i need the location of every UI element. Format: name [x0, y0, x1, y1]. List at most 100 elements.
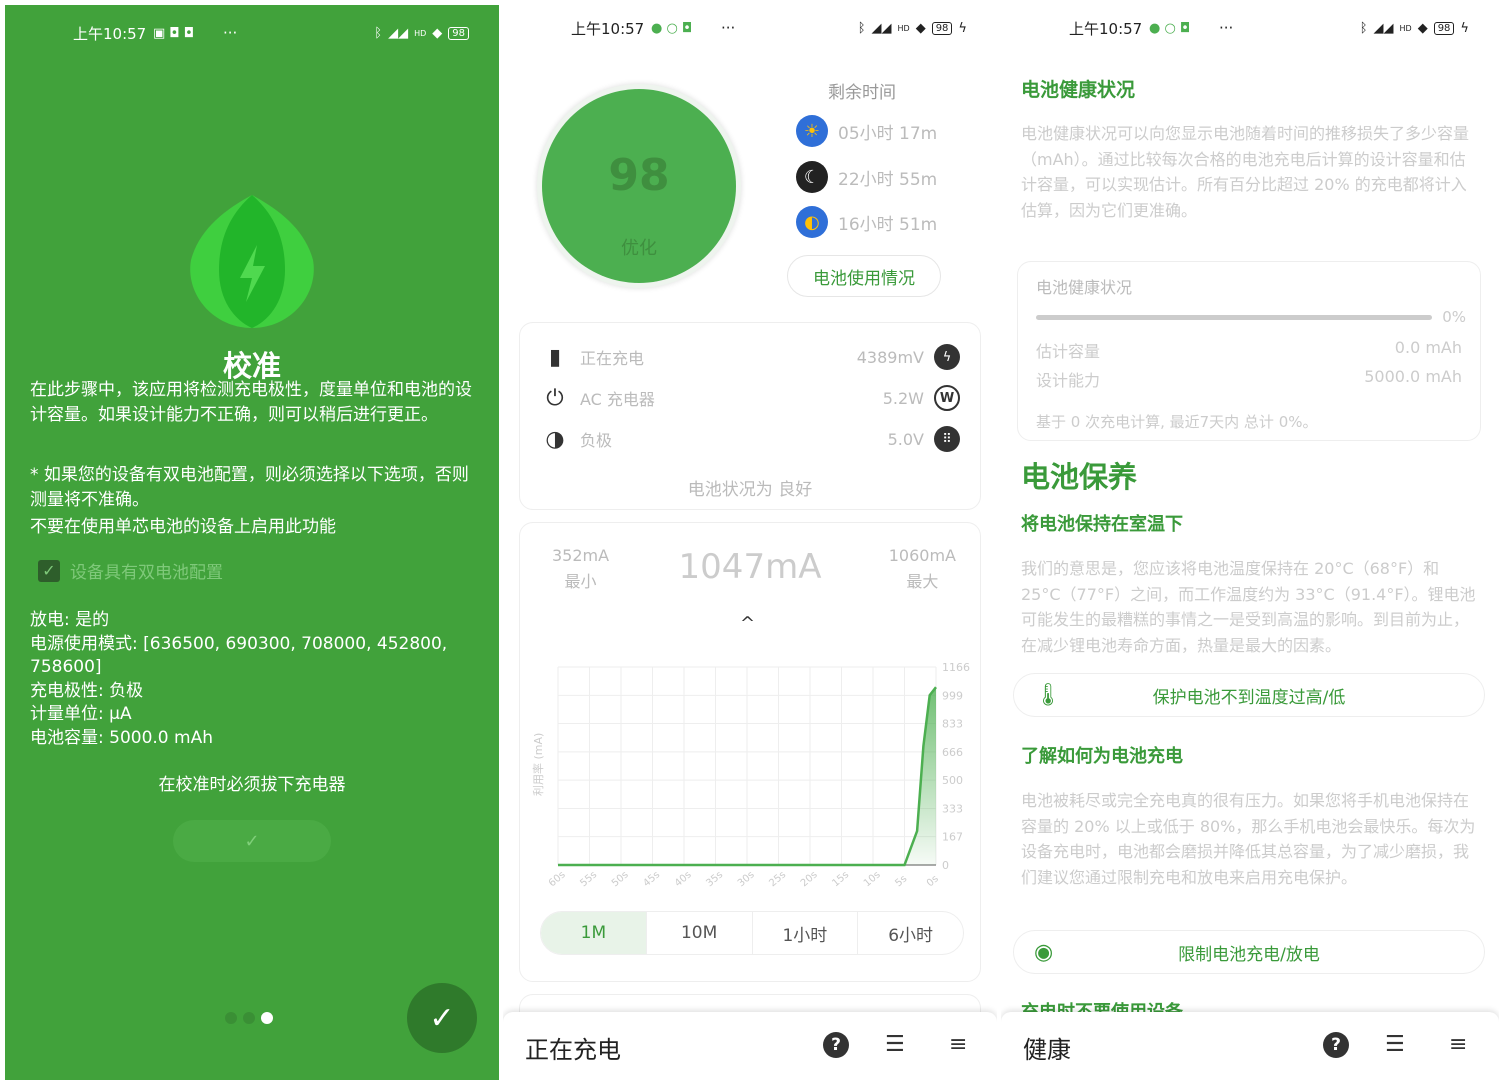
checkbox-icon[interactable]: ✓ [38, 559, 60, 582]
tab-6h[interactable]: 6小时 [858, 912, 963, 954]
y-tick-label: 167 [942, 831, 963, 844]
signal-icon: ◢◢ [388, 25, 409, 41]
more-notifications-icon: ··· [223, 24, 238, 42]
status-bar: 上午10:57 ▣ ◘ ◘ ··· ᛒ ◢◢ HD ◆ 98 [5, 21, 499, 45]
y-tick-label: 333 [942, 802, 963, 815]
limit-charge-button[interactable]: ◉ 限制电池充电/放电 [1013, 930, 1485, 974]
remaining-row: ☀ 05小时 17m [796, 115, 937, 147]
confirm-button[interactable]: ✓ [173, 820, 331, 862]
checkbox-label: 设备具有双电池配置 [70, 563, 223, 583]
hd-label: HD [1399, 23, 1412, 33]
y-tick-label: 999 [942, 689, 963, 702]
charge-text: 电池被耗尽或完全充电真的很有压力。如果您将手机电池保持在容量的 20% 以上或低… [1021, 791, 1476, 887]
info-line: 充电极性: 负极 [30, 680, 144, 701]
protect-temp-button[interactable]: 🌡 保护电池不到温度过高/低 [1013, 673, 1485, 717]
done-fab-button[interactable]: ✓ [407, 983, 477, 1053]
x-tick-label: 5s [893, 873, 909, 889]
x-tick-label: 10s [862, 869, 883, 889]
dual-battery-warning: 不要在使用单芯电池的设备上启用此功能 [30, 517, 336, 537]
health-card-title: 电池健康状况 [1036, 278, 1133, 297]
status-bar: 上午10:57 ● ○ ◘ ··· ᛒ ◢◢ HD ◆ 98 ϟ [503, 16, 997, 40]
collapse-chevron-icon[interactable]: ^ [740, 613, 755, 634]
status-time: 上午10:57 [73, 24, 147, 43]
button-label: 保护电池不到温度过高/低 [1152, 687, 1346, 708]
help-icon[interactable]: ? [823, 1032, 849, 1058]
calibration-description: 在此步骤中，该应用将检测充电极性，度量单位和电池的设计容量。如果设计能力不正确，… [30, 380, 472, 425]
charger-row: ⏻ AC 充电器 5.2W W [540, 383, 960, 413]
y-tick-label: 666 [942, 746, 963, 759]
signal-icon: ◢◢ [1373, 20, 1394, 36]
wifi-icon: ◆ [915, 20, 926, 36]
remaining-row: ☾ 22小时 55m [796, 161, 937, 193]
page-dot [225, 1012, 237, 1024]
x-tick-label: 15s [830, 869, 851, 889]
unplug-note: 在校准时必须拔下充电器 [158, 775, 346, 795]
battery-charging-icon: ▮ [548, 344, 562, 370]
polarity-row: ◑ 负极 5.0V ⠿ [540, 424, 960, 454]
more-notifications-icon: ··· [1219, 19, 1234, 37]
tune-icon[interactable]: ☰ [885, 1032, 905, 1057]
status-right: ᛒ ◢◢ HD ◆ 98 ϟ [858, 21, 967, 36]
row-label: AC 充电器 [580, 390, 655, 409]
charging-icon: ϟ [958, 20, 967, 36]
tab-10m[interactable]: 10M [647, 912, 753, 954]
max-label: 最大 [906, 572, 939, 591]
gauge-label: 优化 [621, 238, 657, 259]
page-dot-active [261, 1012, 273, 1024]
health-progress-bar [1036, 315, 1432, 320]
calibration-info: 放电: 是的 电源使用模式: [636500, 690300, 708000, … [30, 609, 474, 750]
row-value: 4389mV [856, 347, 924, 367]
current-chart: 1166 999 833 666 500 333 167 0 60s 55s 50s 45s 40s 35… [531, 661, 970, 889]
dual-battery-checkbox[interactable]: ✓ 设备具有双电池配置 [38, 558, 223, 583]
day-night-icon: ◐ [796, 206, 828, 238]
status-bar: 上午10:57 ● ○ ◘ ··· ᛒ ◢◢ HD ◆ 98 ϟ [1001, 16, 1499, 40]
row-value: 5000.0 mAh [1364, 367, 1462, 386]
bottom-title: 健康 [1023, 1036, 1071, 1064]
remaining-value: 16小时 51m [838, 214, 938, 235]
time-range-tabs: 1M 10M 1小时 6小时 [540, 911, 964, 955]
bluetooth-icon: ᛒ [857, 20, 866, 36]
dual-battery-note: * 如果您的设备有双电池配置，则必须选择以下选项，否则测量将不准确。 [30, 465, 469, 510]
menu-icon[interactable]: ≡ [949, 1032, 967, 1057]
battery-usage-button[interactable]: 电池使用情况 [787, 255, 941, 297]
x-tick-label: 60s [547, 869, 568, 889]
bluetooth-icon: ᛒ [1359, 20, 1368, 36]
x-tick-label: 0s [925, 873, 941, 889]
health-text: 电池健康状况可以向您显示电池随着时间的推移损失了多少容量（mAh）。通过比较每次… [1021, 124, 1470, 220]
status-time: 上午10:57 [1069, 19, 1143, 38]
button-label: 限制电池充电/放电 [1178, 944, 1320, 965]
x-tick-label: 50s [610, 869, 631, 889]
remaining-time-title: 剩余时间 [828, 83, 896, 103]
outlet-icon: ⠿ [934, 426, 960, 452]
notification-icons: ● ○ ◘ [651, 20, 693, 36]
tab-1h[interactable]: 1小时 [753, 912, 859, 954]
remaining-row: ◐ 16小时 51m [796, 206, 937, 238]
status-right: ᛒ ◢◢ HD ◆ 98 ϟ [1360, 21, 1469, 36]
bottom-title: 正在充电 [525, 1036, 621, 1064]
max-value: 1060mA [888, 546, 956, 565]
sun-icon: ☀ [796, 115, 828, 147]
battery-icon: 98 [448, 26, 469, 40]
y-tick-label: 1166 [942, 661, 970, 674]
info-line: 放电: 是的 [30, 610, 110, 630]
row-label: 设计能力 [1036, 371, 1101, 390]
bluetooth-icon: ᛒ [374, 25, 383, 41]
row-value: 0.0 mAh [1394, 338, 1462, 357]
battery-limit-icon: ◉ [1034, 939, 1054, 965]
charging-row: ▮ 正在充电 4389mV ϟ [540, 342, 960, 372]
charging-screen: 上午10:57 ● ○ ◘ ··· ᛒ ◢◢ HD ◆ 98 ϟ 98 优化 剩… [503, 0, 997, 1080]
gauge-value: 98 [608, 150, 670, 201]
remaining-value: 22小时 55m [838, 169, 938, 190]
info-line: 电源使用模式: [636500, 690300, 708000, 452800,… [30, 633, 448, 678]
row-label: 估计容量 [1036, 342, 1101, 361]
tab-1m[interactable]: 1M [541, 912, 647, 954]
menu-icon[interactable]: ≡ [1449, 1032, 1467, 1057]
row-value: 5.0V [887, 429, 924, 449]
x-tick-label: 30s [736, 869, 757, 889]
estimated-row: 估计容量 0.0 mAh [1036, 338, 1462, 362]
hd-label: HD [897, 23, 910, 33]
tune-icon[interactable]: ☰ [1385, 1032, 1405, 1057]
status-time: 上午10:57 [571, 19, 645, 38]
help-icon[interactable]: ? [1323, 1032, 1349, 1058]
x-tick-label: 40s [673, 869, 694, 889]
